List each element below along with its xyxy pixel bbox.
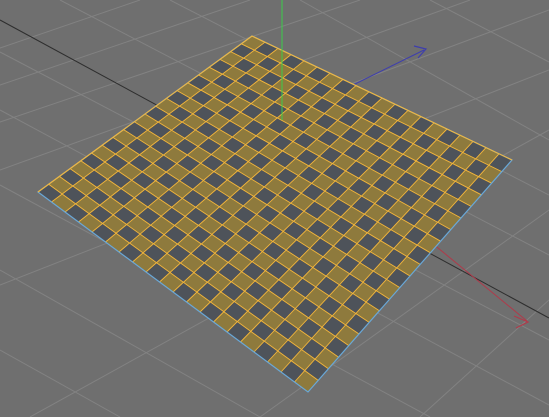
- scene-canvas[interactable]: [0, 0, 549, 417]
- floor-grid-line: [419, 299, 549, 417]
- 3d-viewport[interactable]: [0, 0, 549, 417]
- floor-grid-line: [429, 0, 549, 63]
- plane-object[interactable]: [36, 35, 513, 393]
- floor-grid-line: [0, 0, 141, 49]
- plane-faces: [38, 36, 512, 392]
- x-axis-arrow-icon: [513, 315, 530, 329]
- floor-grid-line: [0, 349, 121, 417]
